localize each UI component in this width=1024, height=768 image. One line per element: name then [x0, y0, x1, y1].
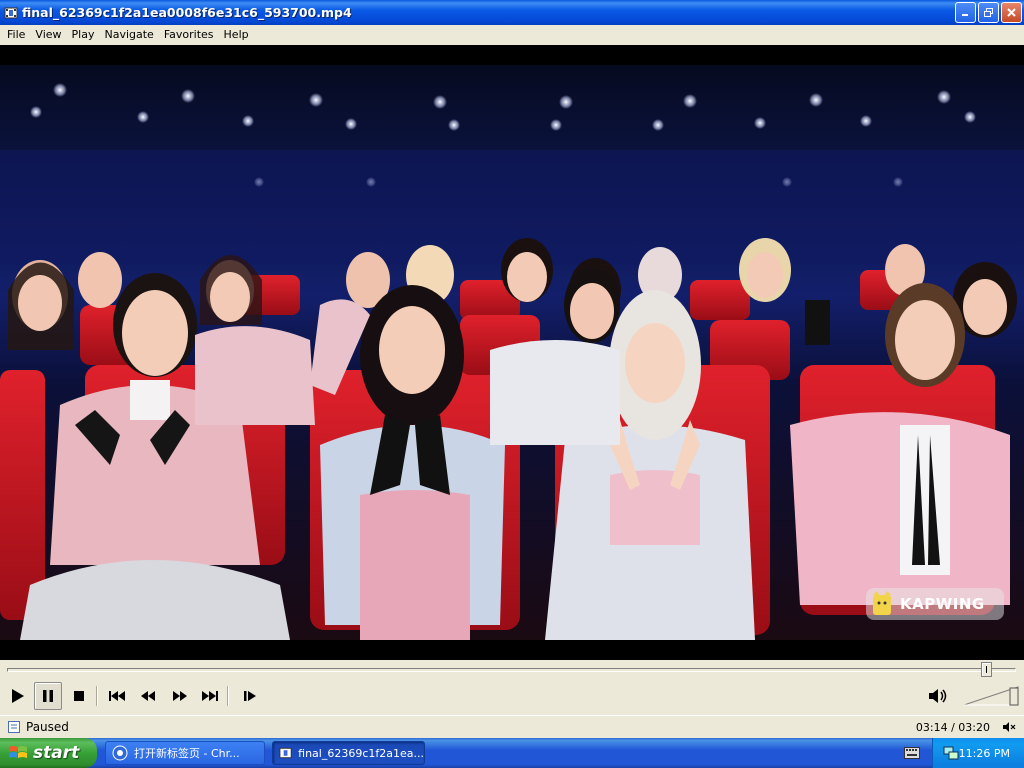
play-icon — [12, 689, 24, 703]
taskbar: start 打开新标签页 - Chr... final_62369c1f2a1e… — [0, 738, 1024, 768]
mute-button[interactable] — [924, 682, 952, 710]
menu-bar: File View Play Navigate Favorites Help — [0, 25, 1024, 45]
kapwing-logo-icon — [873, 591, 891, 615]
rewind-icon — [141, 691, 155, 701]
menu-help[interactable]: Help — [219, 25, 254, 45]
chrome-icon — [112, 745, 128, 761]
start-button[interactable]: start — [0, 738, 97, 768]
fast-forward-icon — [173, 691, 187, 701]
skip-forward-icon — [202, 691, 218, 701]
stop-button[interactable] — [65, 682, 93, 710]
seek-thumb[interactable] — [981, 662, 992, 677]
stop-icon — [74, 691, 84, 701]
network-icon[interactable] — [943, 745, 959, 761]
taskbar-item-chrome[interactable]: 打开新标签页 - Chr... — [105, 741, 265, 765]
status-bar: Paused 03:14 / 03:20 — [0, 715, 1024, 738]
theater-scene — [0, 83, 1024, 640]
frame-step-button[interactable] — [236, 682, 264, 710]
menu-view[interactable]: View — [30, 25, 66, 45]
minimize-icon — [962, 14, 968, 16]
speaker-mute-icon[interactable] — [1002, 720, 1016, 734]
kapwing-watermark: KAPWING — [866, 588, 1004, 620]
taskbar-item-media-player[interactable]: final_62369c1f2a1ea... — [272, 741, 425, 765]
status-document-icon — [8, 721, 20, 733]
fast-forward-button[interactable] — [166, 682, 194, 710]
taskbar-item-label: final_62369c1f2a1ea... — [298, 746, 424, 760]
pause-icon — [43, 690, 53, 702]
clock: 11:26 PM — [958, 746, 1010, 760]
title-bar: final_62369c1f2a1ea0008f6e31c6_593700.mp… — [0, 0, 1024, 25]
media-player-icon — [279, 747, 292, 759]
start-label: start — [33, 743, 80, 763]
playback-controls — [0, 660, 1024, 715]
restore-button[interactable] — [978, 2, 999, 23]
menu-navigate[interactable]: Navigate — [99, 25, 158, 45]
minimize-button[interactable] — [955, 2, 976, 23]
restore-icon — [984, 8, 993, 17]
watermark-text: KAPWING — [900, 595, 985, 613]
next-button[interactable] — [196, 682, 224, 710]
window-title: final_62369c1f2a1ea0008f6e31c6_593700.mp… — [22, 5, 352, 20]
frame-step-icon — [244, 691, 256, 701]
speaker-icon — [929, 689, 947, 703]
close-icon — [1007, 8, 1016, 17]
pause-button[interactable] — [34, 682, 62, 710]
playback-status: Paused — [26, 720, 69, 734]
windows-logo-icon — [9, 746, 27, 758]
menu-file[interactable]: File — [2, 25, 30, 45]
taskbar-item-label: 打开新标签页 - Chr... — [134, 747, 240, 760]
menu-favorites[interactable]: Favorites — [159, 25, 219, 45]
menu-play[interactable]: Play — [67, 25, 100, 45]
separator — [96, 686, 98, 706]
video-area[interactable]: KAPWING — [0, 45, 1024, 660]
skip-back-icon — [109, 691, 125, 701]
volume-slider[interactable] — [962, 684, 1020, 708]
time-display: 03:14 / 03:20 — [915, 720, 990, 734]
video-frame: KAPWING — [0, 65, 1024, 640]
close-button[interactable] — [1001, 2, 1022, 23]
system-tray: 11:26 PM — [932, 738, 1024, 768]
play-button[interactable] — [3, 682, 31, 710]
seek-bar[interactable] — [7, 668, 1016, 672]
separator — [227, 686, 229, 706]
rewind-button[interactable] — [134, 682, 162, 710]
media-player-icon — [4, 7, 18, 18]
previous-button[interactable] — [103, 682, 131, 710]
keyboard-icon[interactable] — [904, 747, 920, 759]
